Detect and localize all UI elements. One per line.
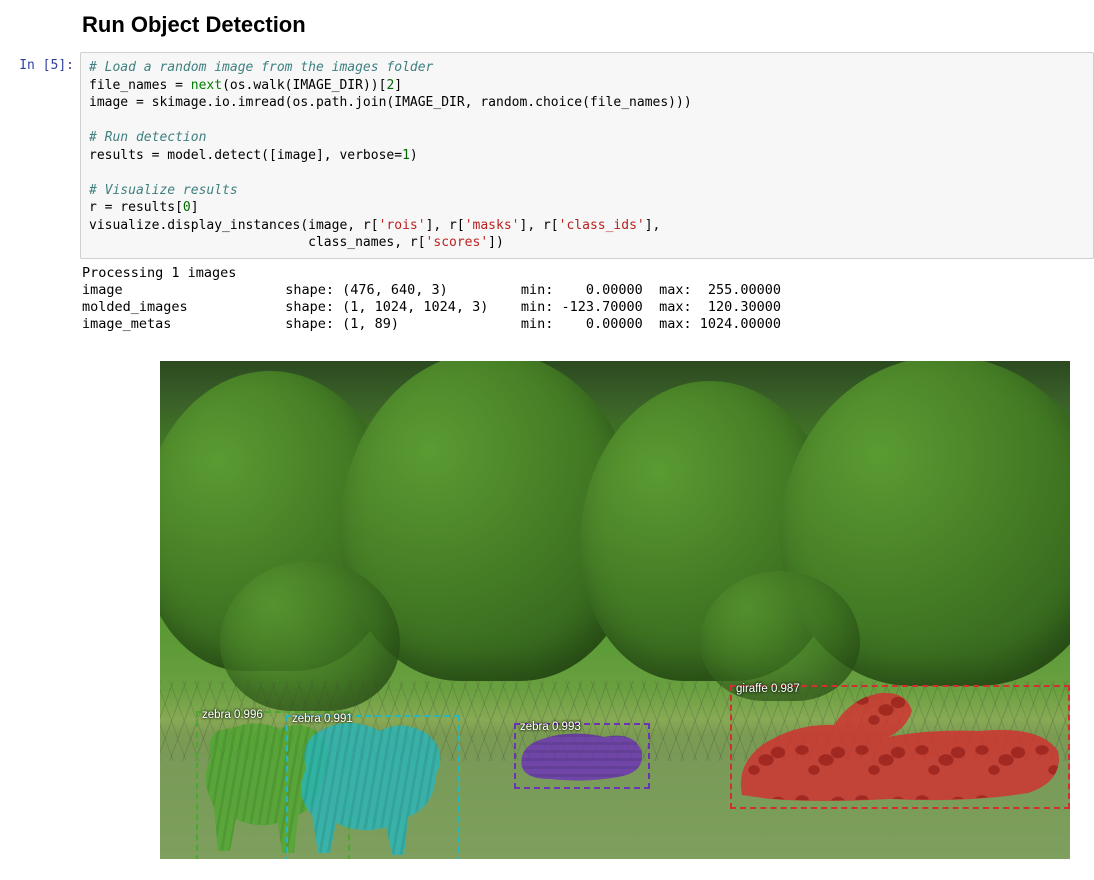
- section-heading: Run Object Detection: [82, 12, 1094, 38]
- output-figure-wrap: zebra 0.996 zebra 0.991 zebra 0.993: [0, 333, 1094, 859]
- stdout-text: Processing 1 images image shape: (476, 6…: [82, 265, 1094, 333]
- code-comment: # Load a random image from the images fo…: [89, 60, 433, 75]
- background-trees: [160, 361, 1070, 701]
- detection-figure: zebra 0.996 zebra 0.991 zebra 0.993: [160, 361, 1070, 859]
- code-comment: # Run detection: [89, 130, 206, 145]
- notebook: Run Object Detection In [5]: # Load a ra…: [0, 12, 1094, 859]
- output-area: Processing 1 images image shape: (476, 6…: [0, 259, 1094, 333]
- code-input-area[interactable]: # Load a random image from the images fo…: [80, 52, 1094, 259]
- input-prompt: In [5]:: [0, 52, 80, 259]
- code-cell: In [5]: # Load a random image from the i…: [0, 52, 1094, 259]
- code-block: # Load a random image from the images fo…: [89, 59, 1085, 252]
- code-comment: # Visualize results: [89, 183, 238, 198]
